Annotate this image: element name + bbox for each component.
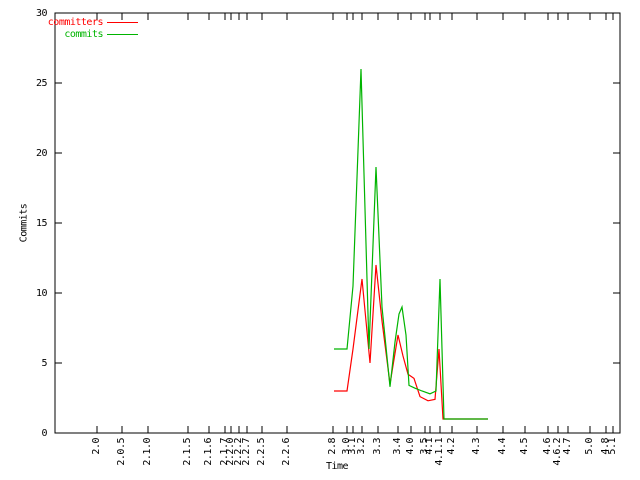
commits-chart: Commits Time committers commits 05101520…	[0, 0, 640, 480]
legend-label-commits: commits	[0, 29, 103, 40]
x-tick-label: 2.2.5	[256, 438, 267, 480]
x-tick-label: 5.0	[584, 438, 595, 480]
y-tick-label: 30	[7, 8, 47, 19]
x-tick-label: 4.4	[497, 438, 508, 480]
plot-svg	[0, 0, 640, 480]
x-tick-label: 4.2	[446, 438, 457, 480]
series-line-committers	[334, 265, 488, 419]
x-tick-label: 4.5	[519, 438, 530, 480]
legend-line-committers	[107, 22, 138, 23]
x-tick-label: 4.7	[562, 438, 573, 480]
x-tick-label: 4.1.1	[434, 438, 445, 480]
x-tick-label: 2.2.7	[241, 438, 252, 480]
y-tick-label: 15	[7, 218, 47, 229]
x-tick-label: 2.8	[327, 438, 338, 480]
x-tick-label: 2.1.0	[142, 438, 153, 480]
x-tick-label: 2.2.6	[281, 438, 292, 480]
x-tick-label: 3.4	[392, 438, 403, 480]
y-tick-label: 5	[7, 358, 47, 369]
legend-line-commits	[107, 34, 138, 35]
x-tick-label: 3.3	[372, 438, 383, 480]
y-tick-label: 10	[7, 288, 47, 299]
x-tick-label: 3.2	[356, 438, 367, 480]
x-tick-label: 2.1.5	[182, 438, 193, 480]
x-tick-label: 2.0	[91, 438, 102, 480]
series-line-commits	[334, 69, 488, 419]
y-tick-label: 20	[7, 148, 47, 159]
x-tick-label: 4.0	[405, 438, 416, 480]
y-tick-label: 25	[7, 78, 47, 89]
y-tick-label: 0	[7, 428, 47, 439]
x-tick-label: 2.1.6	[203, 438, 214, 480]
plot-border	[55, 13, 620, 433]
x-tick-label: 5.1	[607, 438, 618, 480]
x-tick-label: 2.0.5	[116, 438, 127, 480]
x-tick-label: 4.3	[471, 438, 482, 480]
